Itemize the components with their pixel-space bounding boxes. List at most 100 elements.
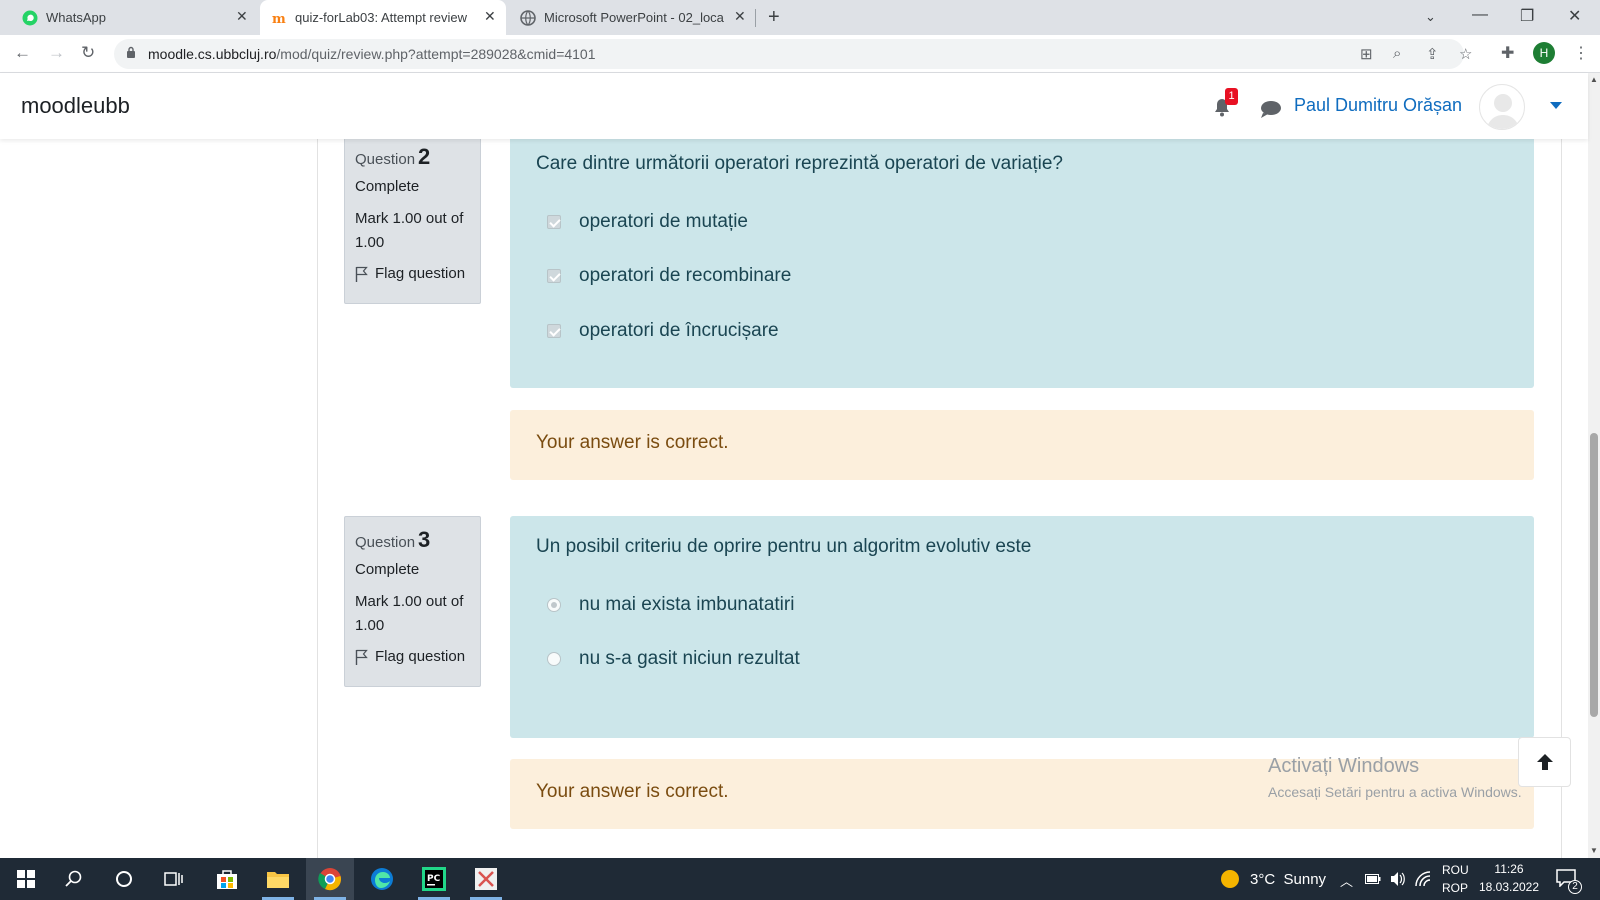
question-text: Un posibil criteriu de oprire pentru un …	[536, 536, 1032, 557]
lock-icon	[127, 46, 135, 58]
clock[interactable]: 11:26 18.03.2022	[1478, 858, 1540, 900]
flag-question-link[interactable]: Flag question	[355, 265, 470, 282]
answer-option: operatori de încrucișare	[547, 320, 779, 342]
bookmark-star-icon[interactable]: ☆	[1459, 45, 1472, 63]
action-center-button[interactable]: 2	[1552, 858, 1592, 900]
specific-feedback: Your answer is correct.	[536, 781, 729, 802]
taskbar-snipping-tool[interactable]	[462, 858, 510, 900]
tab-title: WhatsApp	[46, 10, 106, 25]
tab-quiz-review[interactable]: m quiz-forLab03: Attempt review ✕	[260, 0, 506, 35]
windows-activation-watermark: Activați Windows Accesați Setări pentru …	[1268, 755, 1522, 800]
weather-widget[interactable]: 3°C Sunny	[1218, 858, 1348, 900]
close-icon[interactable]: ✕	[734, 8, 746, 25]
answer-radio[interactable]	[547, 652, 561, 666]
tab-powerpoint[interactable]: Microsoft PowerPoint - 02_localS ✕	[508, 0, 754, 35]
browser-toolbar: ← → ↻ moodle.cs.ubbcluj.ro/mod/quiz/revi…	[0, 35, 1600, 73]
question-number: 2	[418, 144, 431, 169]
reload-icon[interactable]: ↻	[81, 43, 95, 63]
answer-checkbox[interactable]	[547, 269, 561, 283]
answer-checkbox[interactable]	[547, 215, 561, 229]
start-button[interactable]	[2, 858, 50, 900]
tab-separator	[755, 9, 756, 27]
profile-avatar[interactable]: H	[1533, 42, 1555, 64]
input-language-indicator[interactable]: ROU ROP	[1442, 858, 1472, 900]
svg-text:m: m	[272, 12, 286, 26]
answer-radio[interactable]	[547, 598, 561, 612]
question-info-2: Question 2 Complete Mark 1.00 out of 1.00…	[344, 139, 481, 304]
question-label: Question	[355, 151, 416, 168]
specific-feedback: Your answer is correct.	[536, 432, 729, 453]
clock-time: 11:26	[1494, 862, 1524, 876]
notification-badge: 1	[1225, 88, 1238, 105]
user-name-link[interactable]: Paul Dumitru Orășan	[1294, 95, 1462, 116]
translate-icon[interactable]: ⊞	[1360, 45, 1373, 63]
scroll-up-arrow-icon[interactable]: ▲	[1590, 75, 1598, 84]
sun-icon	[1221, 870, 1239, 888]
window-close-button[interactable]: ✕	[1568, 6, 1581, 26]
question-grade: Mark 1.00 out of 1.00	[355, 593, 464, 634]
edge-icon	[371, 868, 393, 890]
battery-icon[interactable]	[1365, 873, 1381, 885]
zoom-icon[interactable]: ⌕	[1393, 45, 1401, 62]
tab-whatsapp[interactable]: WhatsApp ✕	[0, 0, 258, 35]
page-scrollbar[interactable]: ▲ ▼	[1588, 73, 1600, 858]
drawer-divider	[317, 139, 318, 858]
watermark-title: Activați Windows	[1268, 755, 1420, 777]
wifi-icon[interactable]	[1414, 870, 1432, 888]
keyboard-layout-code: ROP	[1442, 881, 1469, 895]
scroll-down-arrow-icon[interactable]: ▼	[1590, 846, 1598, 855]
task-view-icon	[164, 872, 183, 886]
svg-text:PC: PC	[427, 874, 441, 884]
address-bar[interactable]: moodle.cs.ubbcluj.ro/mod/quiz/review.php…	[114, 39, 1472, 69]
whatsapp-icon	[22, 10, 38, 26]
task-view-button[interactable]	[150, 858, 198, 900]
user-silhouette-icon	[1486, 94, 1520, 129]
taskbar-store[interactable]	[203, 858, 251, 900]
site-brand[interactable]: moodleubb	[21, 93, 130, 119]
close-icon[interactable]: ✕	[484, 8, 496, 25]
flag-icon	[355, 266, 368, 282]
question-state: Complete	[355, 178, 420, 195]
tray-chevron-icon[interactable]: ︿	[1340, 871, 1353, 890]
taskbar-edge[interactable]	[358, 858, 406, 900]
new-tab-button[interactable]: +	[768, 6, 780, 29]
taskbar-pycharm[interactable]: PC	[410, 858, 458, 900]
search-button[interactable]	[50, 858, 98, 900]
url-host: moodle.cs.ubbcluj.ro	[148, 46, 277, 62]
snipping-tool-icon	[475, 868, 497, 890]
maximize-button[interactable]: ❐	[1520, 6, 1534, 26]
back-arrow-icon[interactable]: ←	[14, 43, 31, 63]
scrollbar-thumb[interactable]	[1590, 433, 1598, 717]
browser-menu-icon[interactable]: ⋮	[1573, 43, 1589, 63]
flag-question-label: Flag question	[375, 265, 466, 282]
forward-arrow-icon[interactable]: →	[48, 43, 65, 63]
answer-checkbox[interactable]	[547, 324, 561, 338]
moodle-icon: m	[272, 12, 286, 26]
share-icon[interactable]: ⇪	[1426, 45, 1439, 63]
chat-bubble-icon[interactable]	[1260, 100, 1282, 118]
chrome-icon	[318, 868, 341, 891]
extensions-puzzle-icon[interactable]: ✚	[1501, 43, 1514, 63]
windows-logo-icon	[17, 870, 35, 888]
taskbar-file-explorer[interactable]	[254, 858, 302, 900]
url-path: /mod/quiz/review.php?attempt=289028&cmid…	[276, 46, 596, 62]
flag-icon	[355, 649, 368, 665]
moodle-navbar: moodleubb 1 Paul Dumitru Orășan	[0, 73, 1588, 139]
question-formulation-3: Un posibil criteriu de oprire pentru un …	[510, 516, 1534, 738]
cortana-button[interactable]	[100, 858, 148, 900]
answer-label: operatori de mutație	[579, 211, 748, 232]
language-code: ROU	[1442, 863, 1469, 877]
taskbar-chrome[interactable]	[306, 858, 354, 900]
question-formulation-2: Care dintre următorii operatori reprezin…	[510, 139, 1534, 388]
back-to-top-button[interactable]	[1518, 737, 1571, 787]
tab-search-chevron-icon[interactable]: ⌄	[1425, 9, 1436, 25]
minimize-button[interactable]: —	[1472, 6, 1488, 24]
store-bag-icon	[217, 870, 237, 889]
answer-option: operatori de mutație	[547, 211, 748, 233]
volume-icon[interactable]	[1389, 870, 1407, 888]
user-avatar[interactable]	[1479, 84, 1525, 130]
flag-question-link[interactable]: Flag question	[355, 648, 470, 665]
user-menu-caret-icon[interactable]	[1550, 102, 1562, 109]
close-icon[interactable]: ✕	[236, 8, 248, 25]
answer-option: nu s-a gasit niciun rezultat	[547, 648, 800, 670]
